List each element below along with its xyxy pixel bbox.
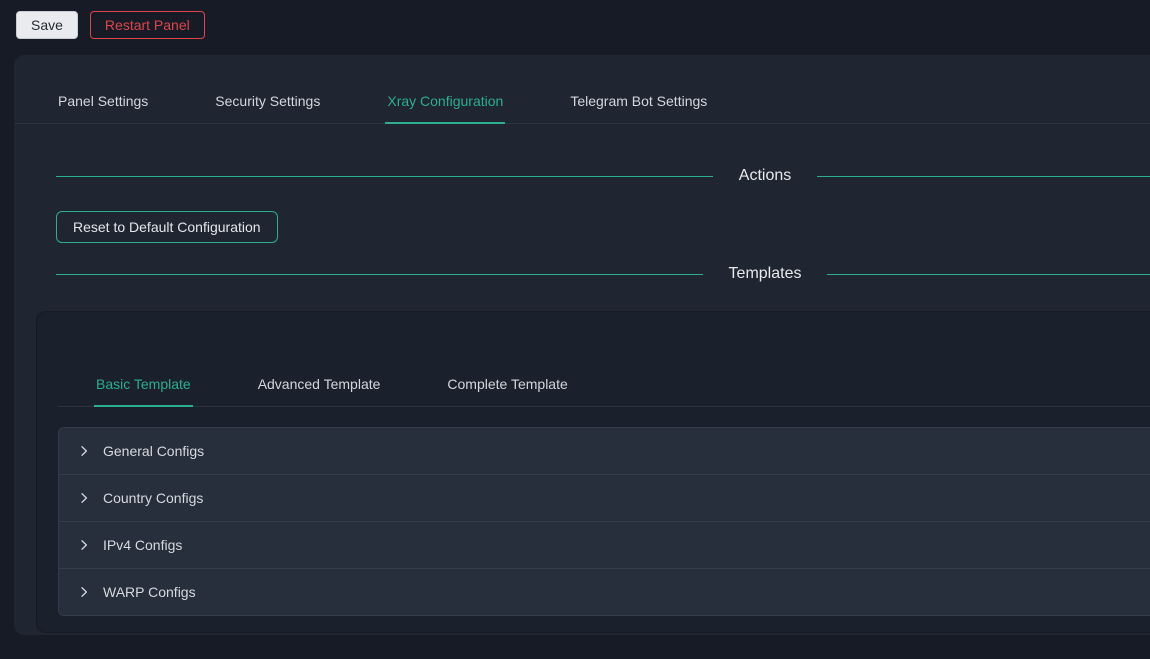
divider-line-left xyxy=(56,176,713,177)
tab-advanced-template[interactable]: Advanced Template xyxy=(256,364,383,407)
reset-default-configuration-button[interactable]: Reset to Default Configuration xyxy=(56,211,278,243)
templates-divider-label: Templates xyxy=(703,265,828,283)
tab-telegram-bot-settings[interactable]: Telegram Bot Settings xyxy=(568,81,709,124)
restart-panel-button[interactable]: Restart Panel xyxy=(90,11,205,39)
settings-tabs: Panel Settings Security Settings Xray Co… xyxy=(14,81,1150,124)
chevron-right-icon xyxy=(78,445,90,457)
toolbar: Save Restart Panel xyxy=(0,0,1150,50)
divider-line-right xyxy=(827,274,1150,275)
template-tabs: Basic Template Advanced Template Complet… xyxy=(58,364,1150,407)
divider-line-right xyxy=(817,176,1150,177)
chevron-right-icon xyxy=(78,586,90,598)
divider-line-left xyxy=(56,274,703,275)
collapse-row-warp-configs[interactable]: WARP Configs xyxy=(59,569,1150,615)
tab-basic-template[interactable]: Basic Template xyxy=(94,364,193,407)
tab-panel-settings[interactable]: Panel Settings xyxy=(56,81,150,124)
templates-divider: Templates xyxy=(56,265,1150,283)
actions-divider: Actions xyxy=(56,167,1150,185)
collapse-row-label: General Configs xyxy=(103,443,204,459)
collapse-row-general-configs[interactable]: General Configs xyxy=(59,428,1150,475)
save-button[interactable]: Save xyxy=(16,11,78,39)
tab-xray-configuration[interactable]: Xray Configuration xyxy=(385,81,505,124)
tab-complete-template[interactable]: Complete Template xyxy=(445,364,569,407)
config-collapse-list: General Configs Country Configs IPv4 Con… xyxy=(58,427,1150,616)
collapse-row-label: WARP Configs xyxy=(103,584,196,600)
collapse-row-ipv4-configs[interactable]: IPv4 Configs xyxy=(59,522,1150,569)
templates-card: Basic Template Advanced Template Complet… xyxy=(36,311,1150,633)
actions-divider-label: Actions xyxy=(713,167,817,185)
settings-panel: Panel Settings Security Settings Xray Co… xyxy=(14,55,1150,635)
tab-security-settings[interactable]: Security Settings xyxy=(213,81,322,124)
collapse-row-country-configs[interactable]: Country Configs xyxy=(59,475,1150,522)
collapse-row-label: IPv4 Configs xyxy=(103,537,182,553)
chevron-right-icon xyxy=(78,539,90,551)
collapse-row-label: Country Configs xyxy=(103,490,203,506)
chevron-right-icon xyxy=(78,492,90,504)
